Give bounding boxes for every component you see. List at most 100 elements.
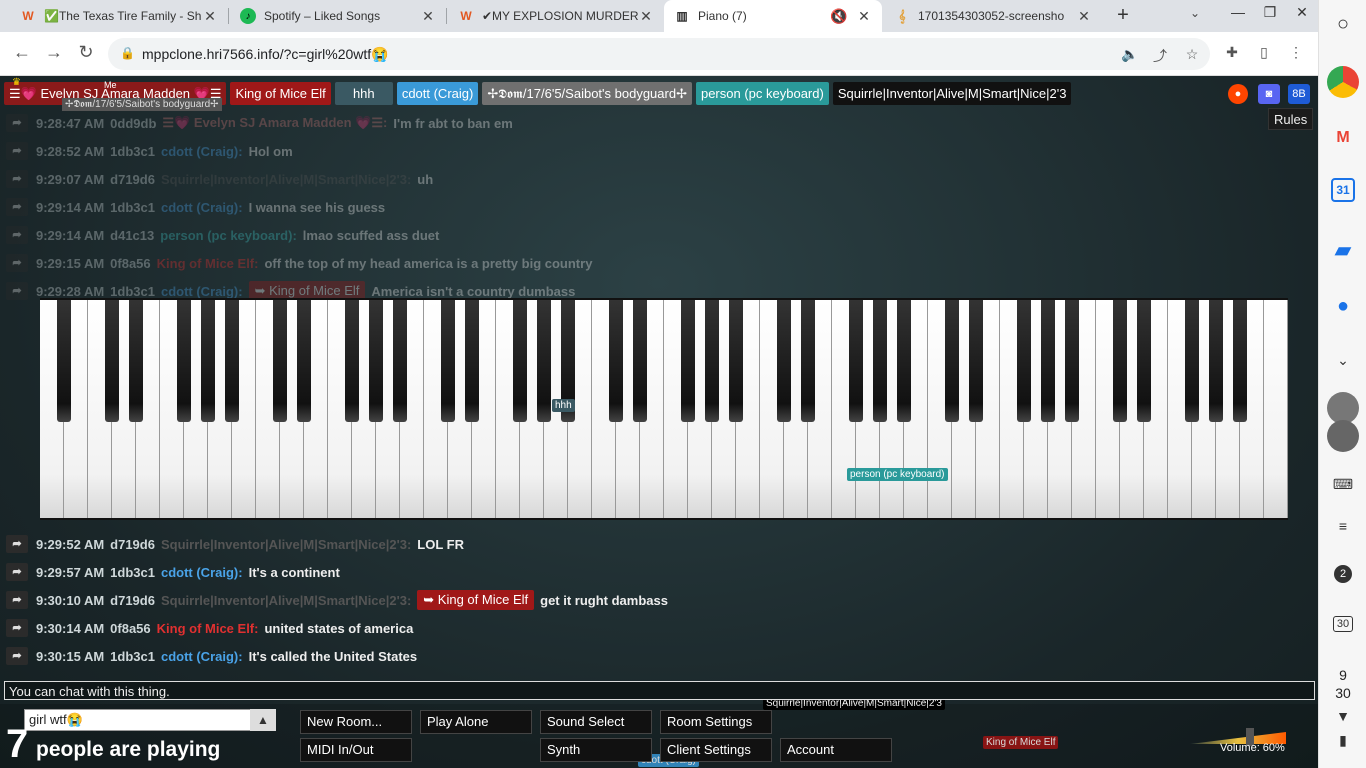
reply-icon[interactable]: ➦ [6,170,28,188]
close-window-icon[interactable]: ✕ [1292,4,1312,21]
black-key[interactable] [368,300,384,422]
back-icon[interactable]: ← [10,42,34,63]
rules-button[interactable]: Rules [1268,108,1314,130]
black-key[interactable] [1040,300,1056,422]
black-key[interactable] [104,300,120,422]
blocked-sound-icon[interactable]: 🔈 [1120,46,1140,63]
black-key[interactable] [632,300,648,422]
address-bar[interactable]: 🔒 mppclone.hri7566.info/?c=girl%20wtf😭 🔈… [108,38,1210,70]
black-key[interactable] [776,300,792,422]
chat-input[interactable]: You can chat with this thing. [4,681,1315,700]
black-key[interactable] [704,300,720,422]
calendar-date[interactable]: 30 [1327,608,1359,640]
battery-icon[interactable]: ▮ [1327,724,1359,756]
restore-icon[interactable]: ❐ [1260,4,1280,21]
close-icon[interactable]: ✕ [856,8,872,25]
close-icon[interactable]: ✕ [202,8,218,25]
room-settings-button[interactable]: Room Settings [660,710,772,734]
black-key[interactable] [968,300,984,422]
new-tab-icon[interactable]: + [1112,4,1134,28]
sound-select-button[interactable]: Sound Select [540,710,652,734]
message-author[interactable]: cdott (Craig): [161,144,243,159]
close-icon[interactable]: ✕ [1076,8,1092,25]
tab-explosion[interactable]: W ✔MY EXPLOSION MURDER AN ✕ [448,0,664,32]
reply-icon[interactable]: ➦ [6,226,28,244]
user-dom[interactable]: ✢𝕯𝖔𝖒/17/6'5/Saibot's bodyguard✢ [482,82,692,105]
piano-keyboard[interactable] [40,298,1288,520]
playlist-icon[interactable]: ≡ [1327,510,1359,542]
bb-icon[interactable]: 8B [1288,84,1310,104]
black-key[interactable] [1064,300,1080,422]
app-thumbnail-icon[interactable] [1327,420,1359,452]
notification-badge[interactable]: 2 [1327,558,1359,590]
client-settings-button[interactable]: Client Settings [660,738,772,762]
tab-texas-tire[interactable]: W ✅The Texas Tire Family - Sh ✕ [10,0,228,32]
black-key[interactable] [944,300,960,422]
message-author[interactable]: cdott (Craig): [161,649,243,664]
black-key[interactable] [440,300,456,422]
black-key[interactable] [896,300,912,422]
room-name-input[interactable]: girl wtf😭 [24,709,276,731]
black-key[interactable] [296,300,312,422]
black-key[interactable] [1232,300,1248,422]
message-author[interactable]: cdott (Craig): [161,284,243,299]
black-key[interactable] [680,300,696,422]
black-key[interactable] [344,300,360,422]
reply-icon[interactable]: ➦ [6,198,28,216]
reply-icon[interactable]: ➦ [6,254,28,272]
close-icon[interactable]: ✕ [638,8,654,25]
user-king[interactable]: King of Mice Elf [230,82,331,105]
black-key[interactable] [800,300,816,422]
calendar-icon[interactable]: 31 [1331,178,1355,202]
reply-icon[interactable]: ➦ [6,282,28,300]
reply-tag[interactable]: ➥ King of Mice Elf [417,590,535,610]
black-key[interactable] [1136,300,1152,422]
black-key[interactable] [56,300,72,422]
midi-button[interactable]: MIDI In/Out [300,738,412,762]
gmail-icon[interactable]: M [1327,122,1359,154]
user-squirrle[interactable]: Squirrle|Inventor|Alive|M|Smart|Nice|2'3 [832,82,1072,105]
black-key[interactable] [1016,300,1032,422]
black-key[interactable] [1208,300,1224,422]
chevron-down-icon[interactable]: ⌄ [1327,344,1359,376]
reload-icon[interactable]: ↻ [74,42,98,63]
lock-icon[interactable]: 🔒 [120,46,135,60]
reply-icon[interactable]: ➦ [6,591,28,609]
user-hhh[interactable]: hhh [334,82,393,105]
reddit-icon[interactable]: ● [1228,84,1248,104]
reply-icon[interactable]: ➦ [6,535,28,553]
message-author[interactable]: ☰💗 Evelyn SJ Amara Madden 💗☰: [162,115,387,131]
black-key[interactable] [872,300,888,422]
user-cdott[interactable]: cdott (Craig) [396,82,479,105]
message-author[interactable]: Squirrle|Inventor|Alive|M|Smart|Nice|2'3… [161,593,411,608]
reply-icon[interactable]: ➦ [6,563,28,581]
play-alone-button[interactable]: Play Alone [420,710,532,734]
user-person[interactable]: person (pc keyboard) [695,82,829,105]
message-author[interactable]: cdott (Craig): [161,200,243,215]
black-key[interactable] [1184,300,1200,422]
reply-icon[interactable]: ➦ [6,114,28,132]
minimize-icon[interactable]: — [1228,4,1248,20]
message-author[interactable]: person (pc keyboard): [160,228,297,243]
share-icon[interactable]: ⤴ [1150,46,1170,66]
message-author[interactable]: Squirrle|Inventor|Alive|M|Smart|Nice|2'3… [161,172,411,187]
keyboard-icon[interactable]: ⌨ [1327,468,1359,500]
bookmark-star-icon[interactable]: ☆ [1182,46,1202,63]
black-key[interactable] [128,300,144,422]
side-panel-icon[interactable]: ▯ [1254,44,1274,61]
tab-piano[interactable]: ▥ Piano (7) 🔇 ✕ [664,0,882,32]
black-key[interactable] [224,300,240,422]
chevron-down-icon[interactable]: ⌄ [1190,6,1200,20]
black-key[interactable] [392,300,408,422]
discord-icon[interactable]: ◙ [1258,84,1280,104]
files-icon[interactable]: ▰ [1327,234,1359,266]
reply-icon[interactable]: ➦ [6,142,28,160]
close-icon[interactable]: ✕ [420,8,436,25]
synth-button[interactable]: Synth [540,738,652,762]
tab-spotify[interactable]: ♪ Spotify – Liked Songs ✕ [230,0,446,32]
black-key[interactable] [1112,300,1128,422]
account-button[interactable]: Account [780,738,892,762]
message-author[interactable]: King of Mice Elf: [157,621,259,636]
black-key[interactable] [728,300,744,422]
launcher-icon[interactable]: ○ [1327,8,1359,40]
